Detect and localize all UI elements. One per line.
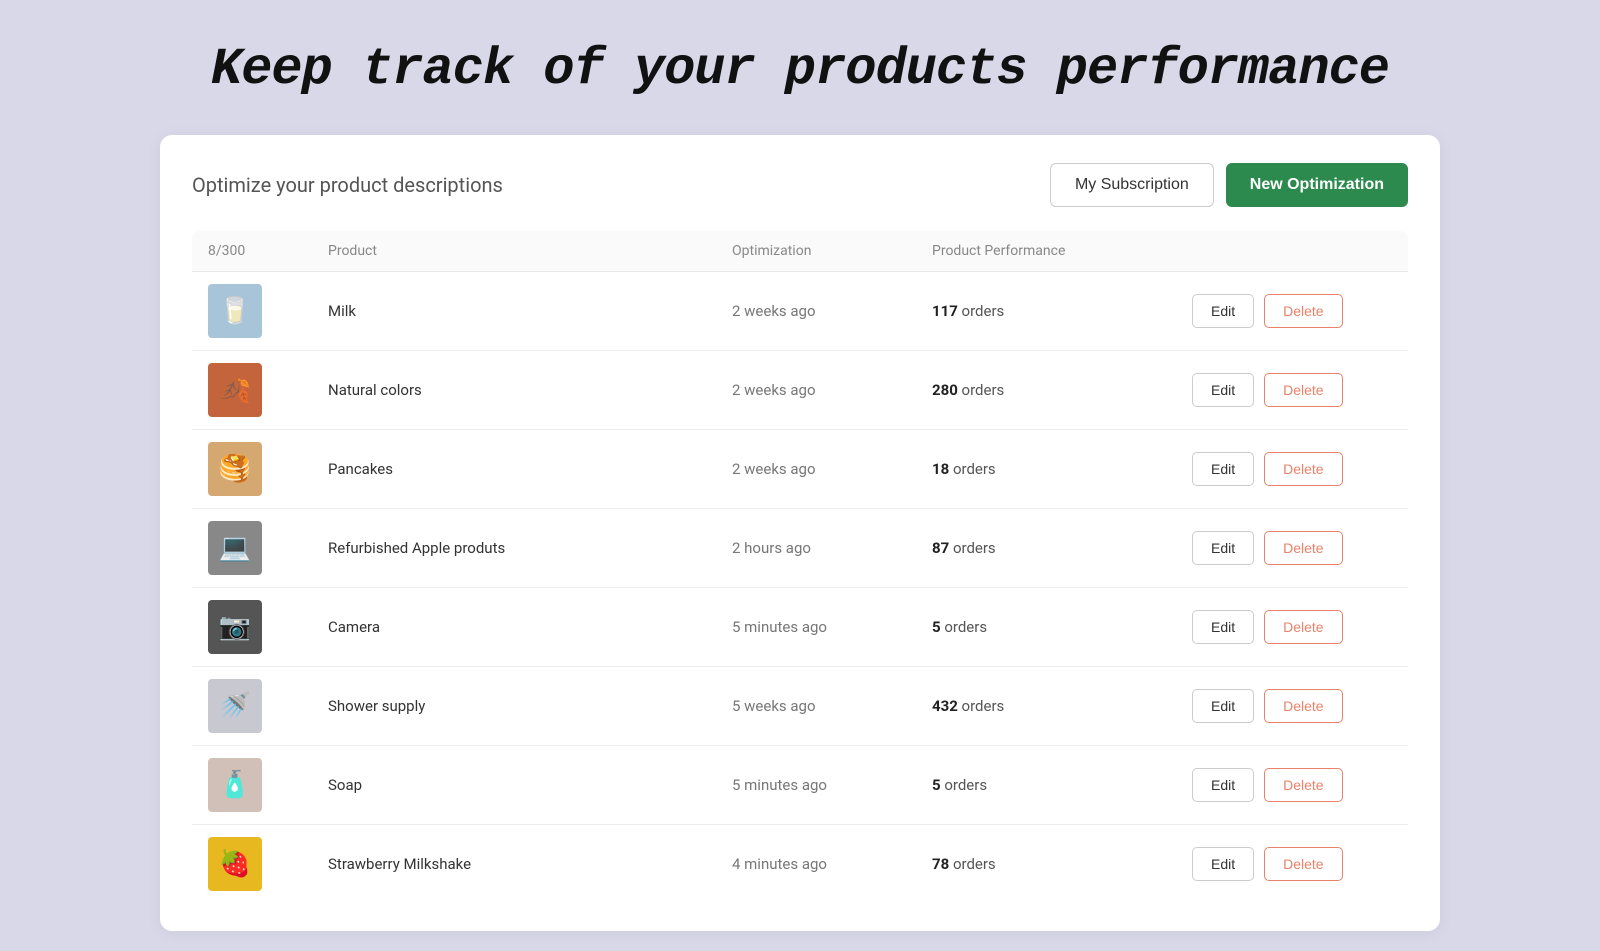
- product-name: Milk: [328, 302, 732, 320]
- table-body: 🥛 Milk 2 weeks ago 117 orders Edit Delet…: [192, 272, 1408, 903]
- action-buttons: Edit Delete: [1192, 373, 1392, 407]
- col-edit-header: [1192, 243, 1272, 259]
- edit-button[interactable]: Edit: [1192, 373, 1254, 407]
- product-thumbnail: 💻: [208, 521, 262, 575]
- product-name: Natural colors: [328, 381, 732, 399]
- optimization-time: 4 minutes ago: [732, 855, 932, 873]
- optimization-time: 5 minutes ago: [732, 618, 932, 636]
- edit-button[interactable]: Edit: [1192, 531, 1254, 565]
- product-name: Camera: [328, 618, 732, 636]
- product-performance: 87 orders: [932, 539, 1192, 557]
- edit-button[interactable]: Edit: [1192, 689, 1254, 723]
- action-buttons: Edit Delete: [1192, 452, 1392, 486]
- delete-button[interactable]: Delete: [1264, 768, 1342, 802]
- table-row: 🥛 Milk 2 weeks ago 117 orders Edit Delet…: [192, 272, 1408, 351]
- product-thumbnail: 🥞: [208, 442, 262, 496]
- action-buttons: Edit Delete: [1192, 768, 1392, 802]
- product-name: Strawberry Milkshake: [328, 855, 732, 873]
- product-name: Soap: [328, 776, 732, 794]
- product-thumbnail: 🥛: [208, 284, 262, 338]
- product-performance: 117 orders: [932, 302, 1192, 320]
- delete-button[interactable]: Delete: [1264, 373, 1342, 407]
- edit-button[interactable]: Edit: [1192, 768, 1254, 802]
- col-product: Product: [328, 243, 732, 259]
- col-optimization: Optimization: [732, 243, 932, 259]
- card-header: Optimize your product descriptions My Su…: [192, 163, 1408, 207]
- optimization-time: 2 weeks ago: [732, 460, 932, 478]
- product-performance: 432 orders: [932, 697, 1192, 715]
- delete-button[interactable]: Delete: [1264, 689, 1342, 723]
- product-performance: 5 orders: [932, 776, 1192, 794]
- table-header: 8/300 Product Optimization Product Perfo…: [192, 231, 1408, 272]
- product-performance: 5 orders: [932, 618, 1192, 636]
- action-buttons: Edit Delete: [1192, 531, 1392, 565]
- optimization-time: 2 weeks ago: [732, 302, 932, 320]
- product-thumbnail: 📷: [208, 600, 262, 654]
- optimization-time: 5 weeks ago: [732, 697, 932, 715]
- card-title: Optimize your product descriptions: [192, 173, 503, 197]
- delete-button[interactable]: Delete: [1264, 531, 1342, 565]
- col-counter: 8/300: [208, 243, 328, 259]
- products-table: 8/300 Product Optimization Product Perfo…: [192, 231, 1408, 903]
- my-subscription-button[interactable]: My Subscription: [1050, 163, 1214, 207]
- product-thumbnail: 🍂: [208, 363, 262, 417]
- main-card: Optimize your product descriptions My Su…: [160, 135, 1440, 931]
- product-name: Refurbished Apple produts: [328, 539, 732, 557]
- table-row: 🧴 Soap 5 minutes ago 5 orders Edit Delet…: [192, 746, 1408, 825]
- delete-button[interactable]: Delete: [1264, 294, 1342, 328]
- page-heading: Keep track of your products performance: [211, 40, 1389, 99]
- product-thumbnail: 🧴: [208, 758, 262, 812]
- action-buttons: Edit Delete: [1192, 610, 1392, 644]
- product-name: Pancakes: [328, 460, 732, 478]
- product-thumbnail: 🚿: [208, 679, 262, 733]
- product-performance: 78 orders: [932, 855, 1192, 873]
- action-buttons: Edit Delete: [1192, 294, 1392, 328]
- optimization-time: 5 minutes ago: [732, 776, 932, 794]
- table-row: 🍂 Natural colors 2 weeks ago 280 orders …: [192, 351, 1408, 430]
- header-buttons: My Subscription New Optimization: [1050, 163, 1408, 207]
- delete-button[interactable]: Delete: [1264, 847, 1342, 881]
- edit-button[interactable]: Edit: [1192, 610, 1254, 644]
- action-buttons: Edit Delete: [1192, 689, 1392, 723]
- table-row: 🥞 Pancakes 2 weeks ago 18 orders Edit De…: [192, 430, 1408, 509]
- product-name: Shower supply: [328, 697, 732, 715]
- table-row: 🚿 Shower supply 5 weeks ago 432 orders E…: [192, 667, 1408, 746]
- table-row: 💻 Refurbished Apple produts 2 hours ago …: [192, 509, 1408, 588]
- edit-button[interactable]: Edit: [1192, 452, 1254, 486]
- col-performance: Product Performance: [932, 243, 1192, 259]
- delete-button[interactable]: Delete: [1264, 452, 1342, 486]
- action-buttons: Edit Delete: [1192, 847, 1392, 881]
- product-performance: 280 orders: [932, 381, 1192, 399]
- col-delete-header: [1272, 243, 1392, 259]
- delete-button[interactable]: Delete: [1264, 610, 1342, 644]
- edit-button[interactable]: Edit: [1192, 847, 1254, 881]
- optimization-time: 2 weeks ago: [732, 381, 932, 399]
- new-optimization-button[interactable]: New Optimization: [1226, 163, 1408, 207]
- product-performance: 18 orders: [932, 460, 1192, 478]
- table-row: 📷 Camera 5 minutes ago 5 orders Edit Del…: [192, 588, 1408, 667]
- product-thumbnail: 🍓: [208, 837, 262, 891]
- edit-button[interactable]: Edit: [1192, 294, 1254, 328]
- optimization-time: 2 hours ago: [732, 539, 932, 557]
- table-row: 🍓 Strawberry Milkshake 4 minutes ago 78 …: [192, 825, 1408, 903]
